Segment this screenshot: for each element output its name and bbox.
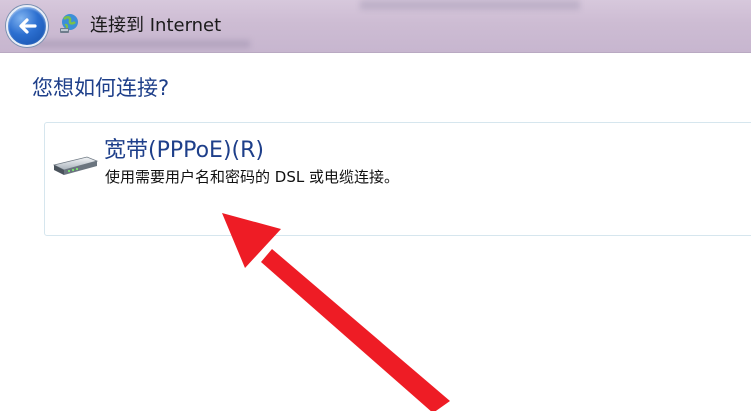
option-broadband-pppoe[interactable]: 宽带(PPPoE)(R) 使用需要用户名和密码的 DSL 或电缆连接。 bbox=[44, 122, 751, 236]
arrow-shaft bbox=[261, 249, 450, 411]
option-description: 使用需要用户名和密码的 DSL 或电缆连接。 bbox=[105, 168, 399, 186]
wizard-window: 连接到 Internet 您想如何连接? 宽带(PPPoE)(R) 使用需要用户… bbox=[0, 0, 751, 411]
globe-network-icon bbox=[60, 14, 78, 33]
title-bar: 连接到 Internet bbox=[0, 0, 751, 53]
title-bar-glass bbox=[360, 0, 580, 10]
back-button[interactable] bbox=[6, 5, 48, 47]
window-title: 连接到 Internet bbox=[90, 15, 222, 36]
title-bar-glass bbox=[30, 40, 250, 48]
page-heading: 您想如何连接? bbox=[32, 76, 170, 100]
broadband-modem-icon bbox=[52, 156, 99, 175]
option-title: 宽带(PPPoE)(R) bbox=[104, 138, 264, 163]
back-arrow-icon bbox=[19, 18, 37, 34]
